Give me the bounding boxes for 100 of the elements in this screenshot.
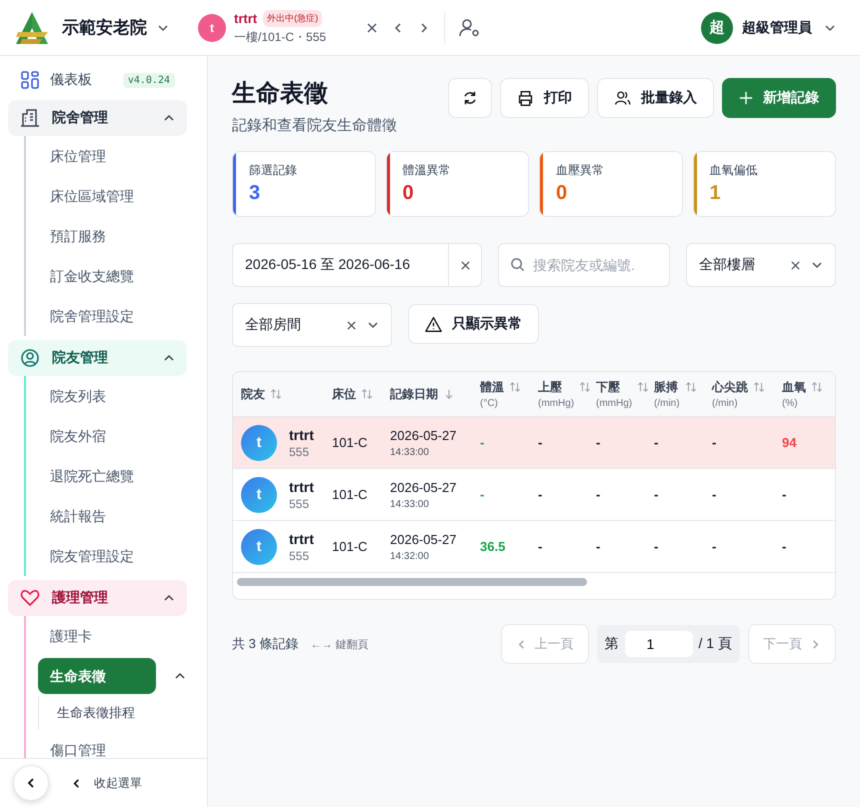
menu-item[interactable]: 床位區域管理 — [38, 176, 146, 216]
refresh-button[interactable] — [448, 78, 492, 118]
column-header[interactable]: 血氧 — [782, 379, 806, 396]
vital-value: - — [596, 539, 600, 554]
vital-value: - — [538, 539, 542, 554]
resident-name: trtrt — [289, 478, 314, 494]
vital-value: - — [538, 487, 542, 502]
dashboard-link[interactable]: 儀表板 — [50, 71, 113, 89]
user-name[interactable]: 超級管理員 — [742, 18, 812, 36]
version-badge: v4.0.24 — [122, 72, 175, 88]
vital-value: - — [712, 487, 716, 502]
menu-item[interactable]: 院友管理設定 — [38, 536, 146, 576]
resident-avatar: t — [241, 528, 277, 564]
clear-icon[interactable] — [346, 320, 357, 330]
users-icon — [614, 90, 631, 106]
vital-value: - — [596, 487, 600, 502]
chevron-left-icon[interactable] — [71, 778, 82, 788]
clear-icon[interactable] — [460, 260, 470, 270]
keyboard-hint: ←→ 鍵翻頁 — [310, 638, 369, 652]
status-badge: 外出中(急症) — [263, 10, 322, 26]
table-row[interactable]: t trtrt 555 101-C 2026-05-27 14:32:00 36.5 - - - - - — [233, 521, 835, 573]
record-time: 14:32:00 — [390, 550, 430, 562]
stat-label: 血氧偏低 — [710, 162, 758, 179]
page-total: / 1 頁 — [698, 635, 732, 653]
vital-value: - — [596, 435, 600, 450]
abnormal-only-toggle[interactable]: 只顯示異常 — [408, 304, 539, 344]
stat-label: 體溫異常 — [402, 162, 452, 179]
collapse-menu-link[interactable]: 收起選單 — [94, 774, 142, 792]
menu-item[interactable]: 院友列表 — [38, 376, 118, 416]
record-date: 2026-05-27 — [390, 428, 456, 442]
room-select[interactable]: 全部房間 — [232, 303, 392, 347]
building-icon — [20, 108, 40, 128]
add-record-button[interactable]: 新增記錄 — [722, 78, 836, 118]
column-header[interactable]: 床位 — [332, 386, 356, 402]
menu-item[interactable]: 訂金收支總覽 — [38, 256, 146, 296]
column-header[interactable]: 心尖跳 — [712, 379, 748, 396]
heart-icon — [20, 588, 40, 608]
record-date: 2026-05-27 — [390, 532, 456, 546]
menu-item[interactable]: 院舍管理設定 — [38, 296, 146, 336]
bed-cell: 101-C — [332, 487, 368, 502]
page-input[interactable]: 1 — [624, 631, 693, 657]
menu-group[interactable]: 院舍管理 — [8, 100, 187, 136]
page-label: 第 — [604, 635, 619, 653]
column-unit: (%) — [782, 398, 799, 409]
column-header[interactable]: 下壓 — [596, 379, 632, 396]
stat-value: 0 — [402, 182, 415, 205]
user-avatar: 超 — [701, 12, 733, 44]
column-header[interactable]: 體溫 — [480, 379, 504, 396]
menu-item[interactable]: 護理卡 — [38, 616, 104, 656]
vital-value: - — [712, 539, 716, 554]
menu-item[interactable]: 院友外宿 — [38, 416, 118, 456]
table-row[interactable]: t trtrt 555 101-C 2026-05-27 14:33:00 - - - - - - — [233, 469, 835, 521]
table-row[interactable]: t trtrt 555 101-C 2026-05-27 14:33:00 - - - - - 94 — [233, 417, 835, 469]
resident-location: 一樓/101-C・555 — [234, 28, 326, 46]
menu-group[interactable]: 院友管理 — [8, 340, 187, 376]
column-header[interactable]: 上壓 — [538, 379, 574, 396]
search-field[interactable]: 搜索院友或編號. — [498, 243, 670, 287]
resident-number: 555 — [289, 444, 310, 458]
menu-item[interactable]: 生命表徵 — [38, 658, 156, 694]
record-time: 14:33:00 — [390, 498, 430, 510]
menu-item[interactable]: 退院死亡總覽 — [38, 456, 146, 496]
grid-icon — [20, 70, 40, 90]
record-count: 共 3 條記錄 — [232, 635, 298, 653]
resident-name: trtrt — [234, 10, 258, 26]
print-button[interactable]: 打印 — [500, 78, 589, 118]
record-date: 2026-05-27 — [390, 480, 456, 494]
menu-item[interactable]: 生命表徵排程 — [45, 696, 187, 730]
vital-value: - — [480, 435, 484, 450]
menu-item[interactable]: 傷口管理 — [38, 730, 118, 758]
floor-select[interactable]: 全部樓層 — [686, 243, 836, 287]
page-title: 生命表徵 — [232, 79, 329, 109]
stat-value: 3 — [249, 182, 262, 205]
organization-name[interactable]: 示範安老院 — [62, 16, 147, 39]
menu-item[interactable]: 床位管理 — [38, 136, 118, 176]
scrollbar-thumb[interactable] — [237, 578, 587, 586]
date-range-field[interactable]: 2026-05-16 至 2026-06-16 — [232, 243, 482, 287]
resident-name: trtrt — [289, 530, 314, 546]
clear-icon[interactable] — [790, 260, 801, 270]
vital-value: - — [654, 487, 658, 502]
vital-value: - — [782, 487, 786, 502]
stat-label: 篩選記錄 — [249, 162, 298, 179]
vital-value: 36.5 — [480, 539, 506, 554]
user-settings-icon[interactable] — [459, 18, 481, 38]
resident-number: 555 — [289, 548, 310, 562]
bed-cell: 101-C — [332, 539, 368, 554]
column-unit: (mmHg) — [596, 398, 632, 409]
column-unit: (/min) — [654, 398, 680, 409]
column-header[interactable]: 脈搏 — [654, 379, 680, 396]
batch-entry-button[interactable]: 批量錄入 — [597, 78, 714, 118]
user-circle-icon — [20, 348, 40, 368]
close-icon[interactable] — [366, 22, 378, 34]
menu-group[interactable]: 護理管理 — [8, 580, 187, 616]
vital-value: - — [712, 435, 716, 450]
resident-avatar: t — [198, 14, 226, 42]
resident-number: 555 — [289, 496, 310, 510]
chevron-right-icon — [810, 638, 821, 650]
column-header[interactable]: 記錄日期 — [390, 386, 438, 402]
column-header[interactable]: 院友 — [241, 386, 265, 402]
menu-item[interactable]: 統計報告 — [38, 496, 118, 536]
menu-item[interactable]: 預訂服務 — [38, 216, 118, 256]
